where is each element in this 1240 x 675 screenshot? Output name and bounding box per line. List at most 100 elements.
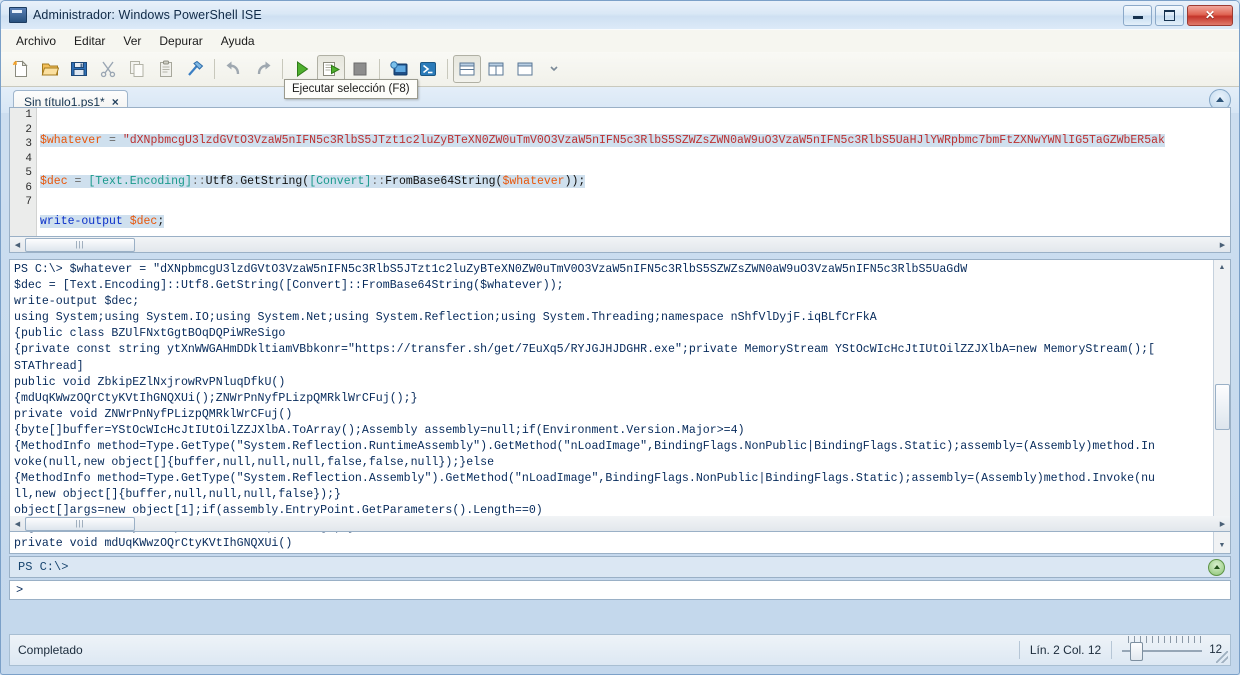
code-line-1: $whatever = "dXNpbmcgU3lzdGVtO3VzaW5nIFN…: [40, 134, 1165, 147]
console-output-pane[interactable]: PS C:\> $whatever = "dXNpbmcgU3lzdGVtO3V…: [9, 259, 1231, 554]
toolbar: Ejecutar selección (F8): [1, 52, 1239, 99]
prompt-path: PS C:\>: [18, 560, 69, 574]
title-bar: Administrador: Windows PowerShell ISE ✕: [1, 1, 1239, 29]
expand-command-pane-button[interactable]: [1208, 558, 1225, 576]
layout-max-icon: [517, 62, 533, 76]
menu-bar: Archivo Editar Ver Depurar Ayuda: [1, 29, 1239, 52]
line-number: 3: [25, 138, 32, 150]
line-number: 7: [25, 196, 32, 208]
stop-icon: [353, 62, 367, 76]
minimize-icon: [1132, 16, 1143, 19]
line-number: 4: [25, 152, 32, 165]
editor-hscrollbar[interactable]: ◀ ||| ▶: [9, 237, 1231, 253]
save-button[interactable]: [65, 55, 93, 83]
hscroll-thumb[interactable]: |||: [25, 237, 135, 252]
line-number: 5: [25, 167, 32, 179]
clear-console-icon: [188, 60, 204, 76]
script-editor-pane[interactable]: 1 2 3 4 5 6 7 $whatever = "dXNpbmcgU3lzd…: [9, 107, 1231, 237]
line-number: 6: [25, 181, 32, 194]
copy-button[interactable]: [123, 55, 151, 83]
console-prompt-bar: PS C:\>: [9, 556, 1231, 578]
status-separator-2: [1111, 641, 1113, 659]
zoom-slider-knob[interactable]: [1130, 642, 1144, 661]
new-script-button[interactable]: [7, 55, 35, 83]
powershell-ise-icon: [9, 7, 27, 23]
zoom-slider[interactable]: [1122, 636, 1207, 661]
cut-button[interactable]: [94, 55, 122, 83]
scroll-left-arrow[interactable]: ◀: [10, 517, 25, 531]
copy-icon: [130, 61, 144, 77]
save-icon: [71, 62, 87, 76]
line-number: 1: [25, 109, 32, 121]
zoom-control[interactable]: 12: [1122, 636, 1222, 661]
line-number-gutter: 1 2 3 4 5 6 7: [10, 108, 37, 236]
toolbar-separator-4: [447, 59, 448, 79]
code-line-2: $dec = [Text.Encoding]::Utf8.GetString([…: [40, 174, 586, 188]
run-selection-icon: [323, 62, 340, 76]
status-right-group: Lín. 2 Col. 12 12: [1018, 636, 1222, 661]
toolbar-tooltip: Ejecutar selección (F8): [284, 79, 418, 99]
menu-item-ver[interactable]: Ver: [114, 31, 150, 51]
scroll-down-arrow[interactable]: ▼: [1215, 538, 1230, 553]
window-title: Administrador: Windows PowerShell ISE: [33, 8, 262, 22]
scroll-left-arrow[interactable]: ◀: [10, 238, 25, 252]
redo-button[interactable]: [249, 55, 277, 83]
paste-clipboard-icon: [160, 60, 172, 77]
toolbar-separator-2: [282, 59, 283, 79]
console-hscrollbar[interactable]: ◀ ||| ▶: [9, 516, 1231, 532]
menu-item-archivo[interactable]: Archivo: [7, 31, 65, 51]
toolbar-separator-1: [214, 59, 215, 79]
cut-scissors-icon: [100, 61, 116, 78]
undo-button[interactable]: [220, 55, 248, 83]
command-input-pane[interactable]: >: [9, 580, 1231, 600]
layout-right-button[interactable]: [482, 55, 510, 83]
panes-container: 1 2 3 4 5 6 7 $whatever = "dXNpbmcgU3lzd…: [9, 107, 1231, 620]
green-up-arrow-icon: [1213, 565, 1220, 569]
status-message: Completado: [18, 643, 83, 657]
start-powershell-button[interactable]: [414, 55, 442, 83]
status-separator-1: [1018, 641, 1020, 659]
paste-button[interactable]: [152, 55, 180, 83]
console-output-text: PS C:\> $whatever = "dXNpbmcgU3lzdGVtO3V…: [14, 263, 1156, 553]
line-column-indicator: Lín. 2 Col. 12: [1029, 643, 1102, 657]
layout-top-button[interactable]: [453, 55, 481, 83]
hscroll-thumb[interactable]: |||: [25, 516, 135, 531]
chevron-up-icon: [1216, 97, 1224, 102]
scroll-right-arrow[interactable]: ▶: [1215, 517, 1230, 531]
window-controls: ✕: [1123, 4, 1235, 26]
toolbar-separator-3: [379, 59, 380, 79]
close-button[interactable]: ✕: [1187, 4, 1233, 26]
open-folder-icon: [41, 63, 59, 76]
new-script-icon: [12, 60, 28, 77]
maximize-icon: [1164, 9, 1175, 21]
layout-right-icon: [488, 62, 504, 76]
vscroll-thumb[interactable]: [1214, 383, 1230, 430]
menu-item-depurar[interactable]: Depurar: [150, 31, 211, 51]
toolbar-overflow-button[interactable]: [540, 55, 568, 83]
powershell-icon: [420, 62, 436, 76]
powershell-ise-window: Administrador: Windows PowerShell ISE ✕ …: [0, 0, 1240, 675]
clear-console-button[interactable]: [181, 55, 209, 83]
new-remote-tab-icon: [390, 61, 408, 76]
status-bar: Completado Lín. 2 Col. 12 12: [9, 634, 1231, 666]
console-vscrollbar[interactable]: ▲ ▼: [1213, 260, 1230, 553]
redo-icon: [257, 61, 271, 75]
line-number: 2: [25, 123, 32, 136]
minimize-button[interactable]: [1123, 4, 1152, 26]
layout-max-button[interactable]: [511, 55, 539, 83]
command-input-text: >: [16, 583, 24, 597]
menu-item-editar[interactable]: Editar: [65, 31, 114, 51]
layout-top-icon: [459, 62, 475, 76]
close-icon: ✕: [1204, 8, 1216, 22]
code-line-3: write-output $dec;: [40, 215, 165, 228]
scroll-right-arrow[interactable]: ▶: [1215, 238, 1230, 252]
editor-code-area[interactable]: $whatever = "dXNpbmcgU3lzdGVtO3VzaW5nIFN…: [37, 108, 1230, 236]
menu-item-ayuda[interactable]: Ayuda: [212, 31, 264, 51]
open-script-button[interactable]: [36, 55, 64, 83]
undo-icon: [226, 61, 240, 75]
run-play-icon: [297, 61, 309, 77]
resize-grip[interactable]: [1216, 651, 1228, 663]
maximize-button[interactable]: [1155, 4, 1184, 26]
scroll-up-arrow[interactable]: ▲: [1215, 260, 1230, 275]
chevron-down-icon: [550, 66, 558, 72]
